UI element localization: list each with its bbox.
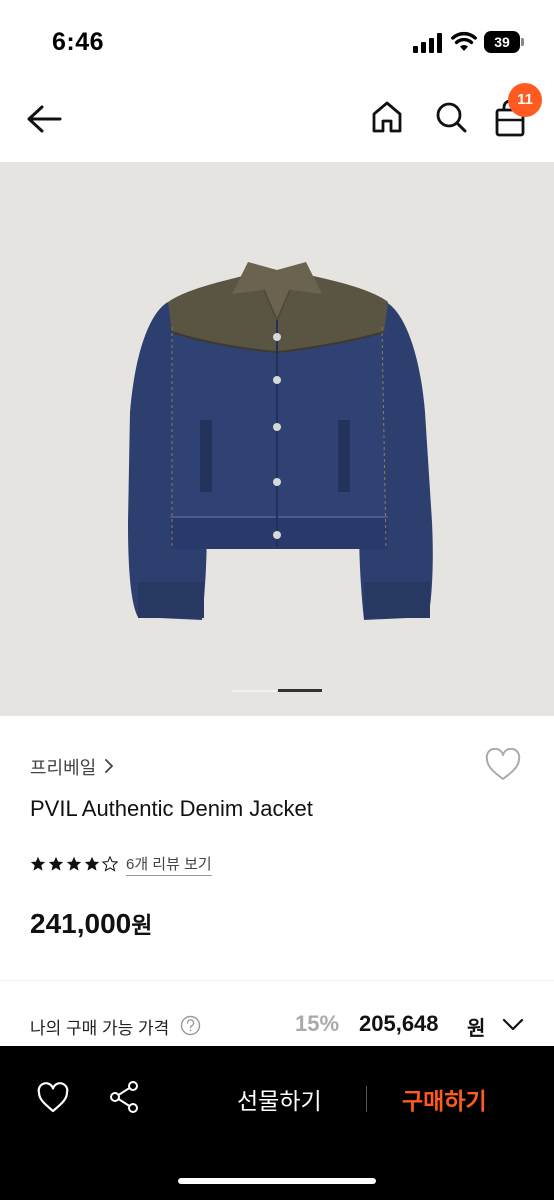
buy-button[interactable]: 구매하기 — [402, 1082, 487, 1116]
share-icon[interactable] — [108, 1080, 140, 1114]
back-arrow-icon[interactable] — [24, 102, 64, 136]
question-circle-icon[interactable] — [180, 1015, 201, 1036]
wishlist-heart-icon[interactable] — [484, 748, 522, 782]
home-icon[interactable] — [368, 98, 406, 136]
denim-jacket-photo — [128, 262, 433, 620]
top-navigation — [0, 80, 554, 162]
gift-button[interactable]: 선물하기 — [237, 1082, 322, 1116]
home-indicator[interactable] — [178, 1178, 376, 1184]
rating-stars — [30, 856, 118, 872]
slide-dot-2-active[interactable] — [278, 689, 322, 692]
star-icon-1 — [30, 856, 46, 871]
price-unit: 원 — [131, 912, 153, 938]
chevron-right-icon[interactable] — [104, 758, 114, 774]
search-icon[interactable] — [432, 98, 470, 136]
slide-dot-1[interactable] — [232, 690, 276, 692]
half-star-icon — [102, 856, 118, 872]
star-icon-3 — [66, 856, 82, 871]
product-name: PVIL Authentic Denim Jacket — [30, 796, 313, 821]
battery-level: 39 — [494, 34, 510, 50]
star-icon-2 — [48, 856, 64, 871]
heart-icon[interactable] — [36, 1082, 70, 1114]
product-image[interactable] — [0, 162, 554, 716]
cellular-signal-icon — [413, 33, 442, 53]
review-link[interactable]: 6개 리뷰 보기 — [126, 853, 212, 876]
cart-count-badge: 11 — [508, 83, 542, 117]
product-price: 241,000원 — [30, 906, 152, 940]
section-divider — [0, 980, 554, 981]
discounted-price: 205,648 — [359, 1011, 439, 1036]
discount-rate: 15% — [295, 1011, 340, 1036]
slide-indicator — [0, 687, 554, 693]
bottom-action-bar: 선물하기 구매하기 — [0, 1046, 554, 1200]
price-value: 241,000 — [30, 908, 132, 939]
button-separator — [366, 1086, 367, 1112]
my-price-label: 나의 구매 가능 가격 — [30, 1019, 170, 1038]
discounted-price-unit: 원 — [467, 1018, 486, 1040]
status-time: 6:46 — [52, 28, 105, 56]
status-bar: 6:46 39 — [0, 0, 554, 80]
star-icon-4 — [84, 856, 100, 871]
brand-link[interactable]: 프리베일 — [30, 754, 96, 780]
wifi-icon — [451, 31, 477, 51]
chevron-down-icon[interactable] — [502, 1018, 524, 1032]
battery-icon: 39 — [484, 31, 524, 53]
